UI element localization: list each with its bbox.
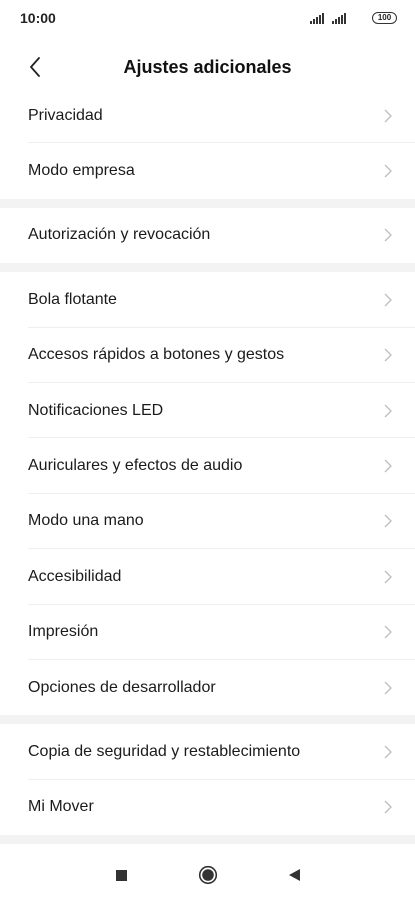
settings-item-label: Modo una mano — [28, 512, 144, 530]
chevron-right-icon — [384, 164, 392, 178]
chevron-right-icon — [384, 459, 392, 473]
settings-item-label: Auriculares y efectos de audio — [28, 457, 243, 475]
settings-list: Privacidad Modo empresa Autorización y r… — [0, 88, 415, 845]
header: Ajustes adicionales — [0, 44, 415, 90]
chevron-left-icon — [30, 57, 40, 77]
page-title: Ajustes adicionales — [123, 56, 292, 77]
settings-item-label: Accesos rápidos a botones y gestos — [28, 346, 285, 364]
back-button[interactable] — [20, 52, 50, 82]
chevron-right-icon — [384, 109, 392, 123]
chevron-right-icon — [384, 514, 392, 528]
battery-icon: 100 — [372, 12, 397, 24]
settings-item-autorizacion[interactable]: Autorización y revocación — [0, 207, 415, 264]
square-icon — [116, 869, 127, 881]
settings-item-impresion[interactable]: Impresión — [0, 604, 415, 660]
chevron-right-icon — [384, 348, 392, 362]
chevron-right-icon — [384, 404, 392, 418]
settings-item-accesos-rapidos[interactable]: Accesos rápidos a botones y gestos — [0, 327, 415, 383]
settings-item-label: Notificaciones LED — [28, 401, 164, 419]
settings-item-privacidad[interactable]: Privacidad — [0, 88, 415, 144]
group-separator — [0, 198, 415, 208]
chevron-right-icon — [384, 293, 392, 307]
chevron-right-icon — [384, 681, 392, 695]
back-nav-button[interactable] — [251, 855, 337, 895]
status-time: 10:00 — [20, 10, 56, 26]
settings-item-label: Copia de seguridad y restablecimiento — [28, 742, 301, 760]
settings-item-accesibilidad[interactable]: Accesibilidad — [0, 549, 415, 605]
chevron-right-icon — [384, 229, 392, 242]
settings-item-label: Mi Mover — [28, 798, 94, 816]
settings-item-opciones-desarrollador[interactable]: Opciones de desarrollador — [0, 659, 415, 716]
settings-item-label: Bola flotante — [28, 290, 117, 308]
chevron-right-icon — [384, 625, 392, 639]
chevron-right-icon — [384, 570, 392, 584]
circle-icon — [198, 865, 217, 885]
settings-item-copia-seguridad[interactable]: Copia de seguridad y restablecimiento — [0, 724, 415, 780]
home-button[interactable] — [165, 855, 251, 895]
settings-item-label: Modo empresa — [28, 162, 135, 180]
group-separator — [0, 835, 415, 845]
status-bar: 10:00 100 — [0, 0, 415, 36]
settings-item-notificaciones-led[interactable]: Notificaciones LED — [0, 382, 415, 439]
triangle-left-icon — [288, 869, 300, 881]
chevron-right-icon — [384, 745, 392, 759]
settings-item-auriculares[interactable]: Auriculares y efectos de audio — [0, 438, 415, 494]
settings-item-label: Autorización y revocación — [28, 226, 211, 244]
recents-button[interactable] — [79, 855, 165, 895]
settings-item-bola-flotante[interactable]: Bola flotante — [0, 272, 415, 328]
settings-item-modo-una-mano[interactable]: Modo una mano — [0, 493, 415, 550]
status-indicators: 100 — [310, 12, 397, 24]
settings-item-label: Impresión — [28, 623, 99, 641]
settings-item-label: Accesibilidad — [28, 567, 122, 585]
signal-1-icon — [310, 12, 324, 24]
signal-2-icon — [332, 12, 346, 24]
group-separator — [0, 715, 415, 725]
settings-item-modo-empresa[interactable]: Modo empresa — [0, 143, 415, 199]
chevron-right-icon — [384, 800, 392, 814]
settings-item-label: Privacidad — [28, 106, 103, 124]
group-separator — [0, 263, 415, 273]
settings-item-mi-mover[interactable]: Mi Mover — [0, 779, 415, 836]
settings-item-label: Opciones de desarrollador — [28, 678, 216, 696]
navigation-bar — [0, 850, 415, 900]
